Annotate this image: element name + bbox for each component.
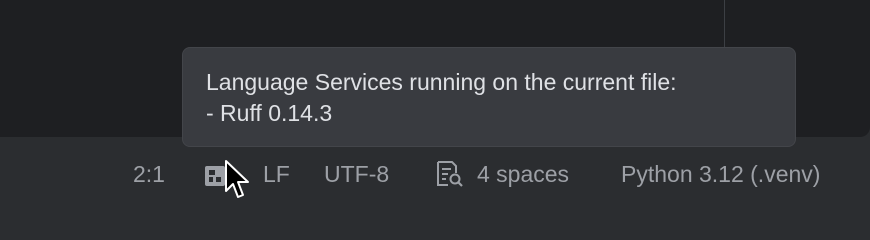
- mouse-pointer-icon: [224, 159, 254, 201]
- ide-window: 2:1 LF UTF-8 4 spaces Python 3.12 (.venv…: [0, 0, 870, 202]
- tooltip-line-2: - Ruff 0.14.3: [206, 100, 333, 126]
- language-services-tooltip: Language Services running on the current…: [182, 47, 796, 147]
- python-interpreter-widget[interactable]: Python 3.12 (.venv): [621, 159, 820, 189]
- language-services-icon[interactable]: [204, 164, 226, 186]
- tooltip-line-1: Language Services running on the current…: [206, 69, 677, 95]
- file-encoding-widget[interactable]: UTF-8: [324, 159, 389, 189]
- editor-split-divider[interactable]: [724, 0, 725, 48]
- caret-position-widget[interactable]: 2:1: [133, 159, 165, 189]
- line-separator-widget[interactable]: LF: [263, 159, 290, 189]
- document-search-icon: [435, 160, 465, 188]
- indent-widget[interactable]: 4 spaces: [477, 159, 569, 189]
